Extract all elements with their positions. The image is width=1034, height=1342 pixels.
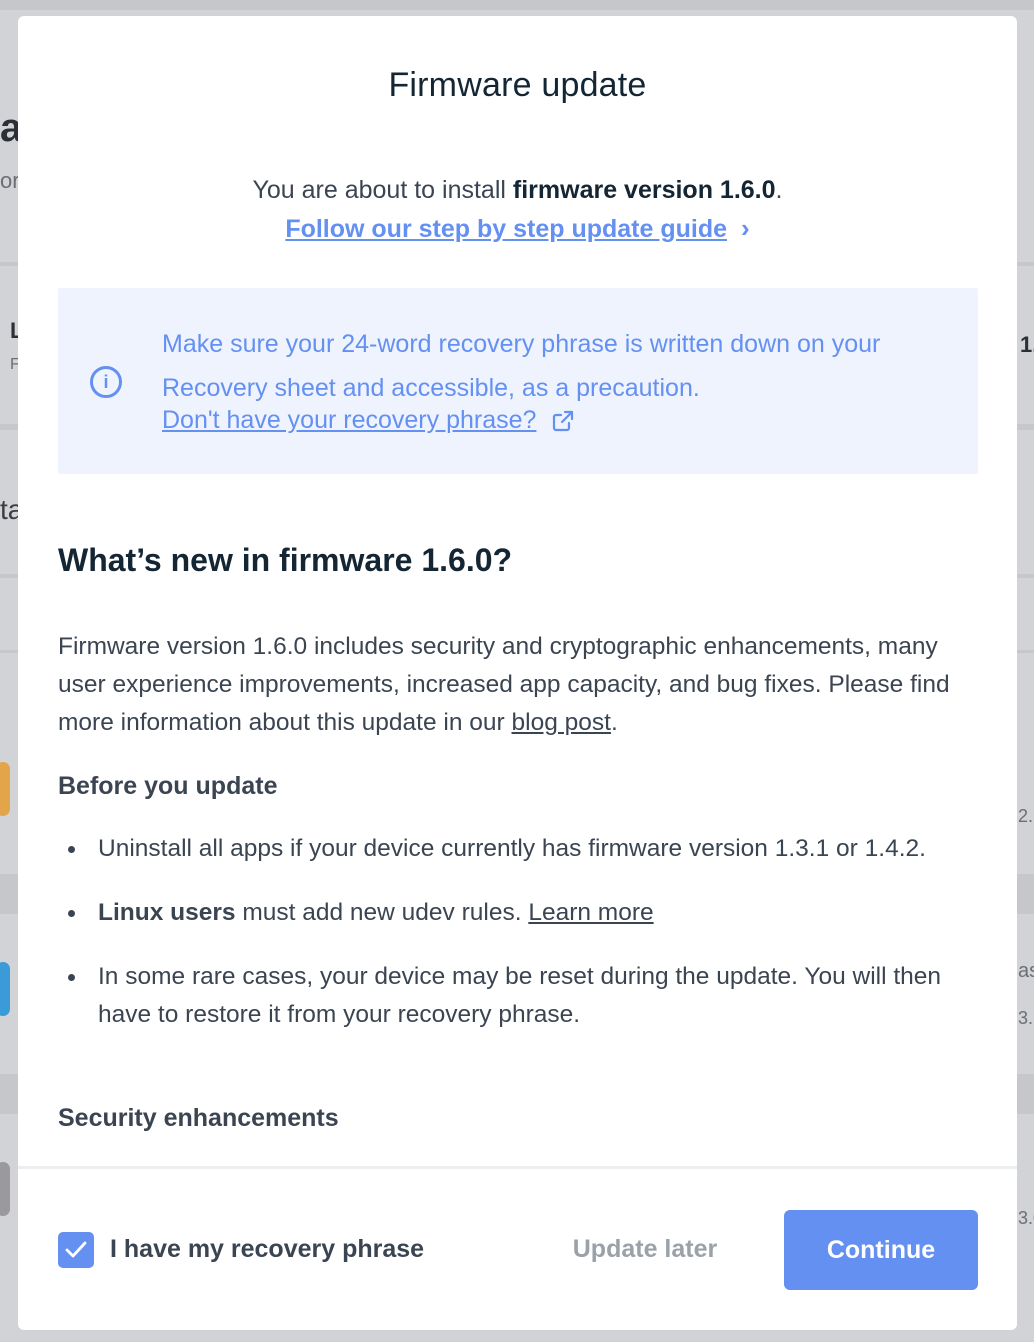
list-item: In some rare cases, your device may be r… [58,958,958,1034]
before-update-heading: Before you update [58,772,278,800]
notice-text: Make sure your 24-word recovery phrase i… [162,330,881,402]
bullet-bold: Linux users [98,899,236,926]
intro-text: You are about to install firmware versio… [18,176,1017,205]
background-text: 3.0 [1018,1208,1034,1228]
update-later-button[interactable]: Update later [538,1221,752,1277]
recovery-phrase-checkbox[interactable] [58,1232,94,1268]
bullet-text: In some rare cases, your device may be r… [98,963,942,1028]
continue-button[interactable]: Continue [784,1210,978,1290]
security-enhancements-heading: Security enhancements [58,1104,339,1132]
firmware-update-modal: Firmware update You are about to install… [18,16,1017,1330]
background-app-tile [0,962,10,1016]
recovery-phrase-help-link[interactable]: Don't have your recovery phrase? [162,406,575,435]
release-notes-paragraph: Firmware version 1.6.0 includes security… [58,628,988,742]
before-update-list: Uninstall all apps if your device curren… [58,830,958,1060]
learn-more-link[interactable]: Learn more [528,899,653,926]
background-text: as [1018,960,1034,982]
modal-title: Firmware update [388,66,647,104]
external-link-icon [553,411,574,432]
background-text: 2.1 [1018,806,1034,826]
bullet-text: must add new udev rules. [235,899,529,926]
list-item: Linux users must add new udev rules. Lea… [58,894,958,932]
background-app-tile [0,762,10,816]
release-notes-end: . [610,709,618,736]
info-icon: i [90,366,122,398]
recovery-phrase-help-label[interactable]: Don't have your recovery phrase? [162,406,536,434]
list-item: Uninstall all apps if your device curren… [58,830,958,868]
release-notes-text: Firmware version 1.6.0 includes security… [58,633,950,736]
chevron-right-icon[interactable]: › [741,213,750,243]
footer-divider [18,1166,1017,1169]
checkbox-label[interactable]: I have my recovery phrase [110,1235,424,1264]
recovery-phrase-notice: i Make sure your 24-word recovery phrase… [58,288,978,474]
blog-post-link[interactable]: blog post [512,709,611,736]
intro-version: firmware version 1.6.0 [512,176,776,204]
background-topbar [0,0,1034,10]
background-text: or [0,168,20,193]
intro-suffix: . [775,176,783,204]
background-text: 3.1 [1018,1008,1034,1028]
update-guide-row: Follow our step by step update guide › [18,213,1017,244]
update-guide-link[interactable]: Follow our step by step update guide [285,215,727,243]
background-app-tile [0,1162,10,1216]
check-icon [65,1241,87,1258]
background-text: 1. [1020,332,1034,357]
intro-prefix: You are about to install [252,176,513,204]
bullet-text: Uninstall all apps if your device curren… [98,835,926,862]
release-notes-heading: What’s new in firmware 1.6.0? [58,542,513,578]
